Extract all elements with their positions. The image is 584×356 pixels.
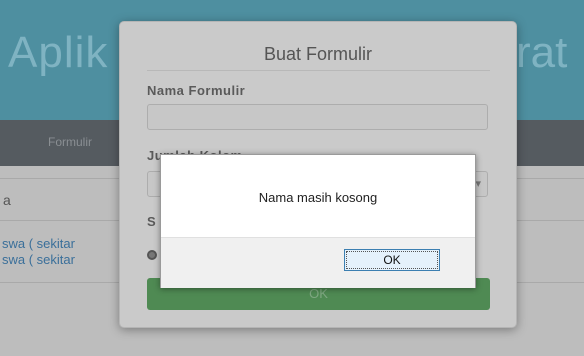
modal-title: Buat Formulir [263,44,373,64]
app-title-right: rat [516,28,568,77]
ok-button[interactable]: OK [344,249,440,271]
form-name-label: Nama Formulir [147,83,246,98]
modal-divider [147,70,490,71]
chevron-down-icon: ▾ [475,178,481,190]
section-label: S [147,214,157,229]
list-link[interactable]: swa ( sekitar [2,252,75,267]
alert-message: Nama masih kosong [258,190,378,205]
app-title-left: Aplik [8,28,109,77]
list-link[interactable]: swa ( sekitar [2,236,75,251]
alert-footer: OK [161,237,475,288]
form-name-input[interactable] [147,104,488,130]
alert-dialog: Nama masih kosong OK [160,154,476,288]
nav-item-formulir[interactable]: Formulir [48,135,92,149]
content-heading: a [3,192,11,208]
option-radio[interactable] [147,250,157,260]
